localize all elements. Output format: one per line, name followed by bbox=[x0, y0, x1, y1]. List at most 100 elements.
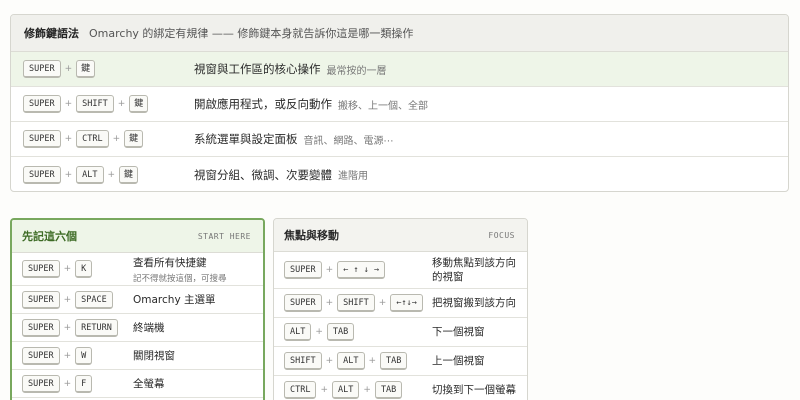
key-alt: ALT bbox=[76, 165, 104, 184]
key-any: 鍵 bbox=[76, 60, 96, 78]
plus-sign: + bbox=[64, 99, 73, 109]
shortcut-row: SUPER + K 查看所有快捷鍵 記不得就按這個，可搜尋 bbox=[12, 253, 263, 286]
row-note: 搬移、上一個、全部 bbox=[338, 100, 428, 112]
key-alt: ALT bbox=[332, 381, 360, 399]
key-f: F bbox=[75, 374, 93, 393]
key-combo: SUPER + SPACE bbox=[22, 286, 113, 313]
key-super: SUPER bbox=[23, 60, 61, 78]
row-description: 視窗分組、微調、次要變體 bbox=[194, 167, 332, 182]
plus-sign: + bbox=[117, 99, 126, 109]
panel-title: 先記這六個 bbox=[22, 230, 77, 243]
key-combo: SUPER + SHIFT + ←↑↓→ bbox=[284, 289, 423, 317]
syntax-row-super-alt: SUPER + ALT + 鍵 視窗分組、微調、次要變體 進階用 bbox=[11, 157, 788, 191]
key-combo: SUPER + W bbox=[22, 342, 93, 369]
key-combo: SUPER + CTRL + 鍵 bbox=[23, 122, 144, 156]
row-note: 音訊、網路、電源⋯ bbox=[303, 135, 394, 147]
focus-card: 焦點與移動 FOCUS SUPER + ← ↑ ↓ → 移動焦點到該方向 的視窗… bbox=[273, 218, 528, 400]
panel-tag: START HERE bbox=[197, 231, 251, 241]
plus-sign: + bbox=[325, 356, 334, 366]
key-any: 鍵 bbox=[129, 95, 149, 113]
key-alt: ALT bbox=[337, 352, 365, 370]
plus-sign: + bbox=[363, 385, 371, 395]
key-tab: TAB bbox=[380, 352, 408, 370]
shortcut-row: SUPER + W 關閉視窗 bbox=[12, 342, 263, 370]
shortcut-description: 終端機 bbox=[133, 322, 165, 334]
row-description: 系統選單與設定面板 bbox=[194, 132, 298, 146]
key-return: RETURN bbox=[75, 318, 118, 337]
section-subtitle: Omarchy 的綁定有規律 —— 修飾鍵本身就告訴你這是哪一類操作 bbox=[89, 27, 414, 40]
key-tab: TAB bbox=[326, 323, 355, 341]
start-here-card: 先記這六個 START HERE SUPER + K 查看所有快捷鍵 記不得就按… bbox=[10, 218, 265, 400]
plus-sign: + bbox=[320, 385, 329, 395]
plus-sign: + bbox=[63, 322, 72, 333]
plus-sign: + bbox=[63, 378, 72, 389]
plus-sign: + bbox=[64, 64, 73, 74]
shortcut-hint: 記不得就按這個，可搜尋 bbox=[133, 273, 227, 284]
shortcut-description: 移動焦點到該方向 bbox=[432, 257, 516, 269]
plus-sign: + bbox=[63, 350, 72, 361]
key-combo: SUPER + K bbox=[22, 253, 93, 285]
key-combo: ALT + TAB bbox=[284, 318, 355, 346]
row-description: 視窗與工作區的核心操作 bbox=[194, 62, 321, 76]
key-super: SUPER bbox=[284, 261, 322, 279]
key-combo: CTRL + ALT + TAB bbox=[284, 376, 403, 400]
key-any: 鍵 bbox=[119, 165, 139, 184]
shortcut-row: SUPER + RETURN 終端機 bbox=[12, 314, 263, 342]
key-k: K bbox=[75, 260, 93, 278]
shortcut-description: 關閉視窗 bbox=[133, 350, 175, 362]
key-combo: SUPER + 鍵 bbox=[23, 52, 96, 86]
plus-sign: + bbox=[315, 327, 323, 337]
plus-sign: + bbox=[112, 134, 121, 144]
key-combo: SUPER + ← ↑ ↓ → bbox=[284, 252, 385, 288]
plus-sign: + bbox=[64, 169, 73, 180]
key-tab: TAB bbox=[374, 381, 403, 399]
key-space: SPACE bbox=[75, 290, 113, 309]
shortcut-description: 全螢幕 bbox=[133, 378, 165, 390]
key-any: 鍵 bbox=[124, 130, 144, 148]
plus-sign: + bbox=[368, 356, 377, 366]
key-shift: SHIFT bbox=[337, 294, 375, 312]
syntax-row-super-shift: SUPER + SHIFT + 鍵 開啟應用程式，或反向動作 搬移、上一個、全部 bbox=[11, 87, 788, 122]
shortcut-description: 切換到下一個螢幕 bbox=[432, 384, 516, 396]
modifier-syntax-card: 修飾鍵語法 Omarchy 的綁定有規律 —— 修飾鍵本身就告訴你這是哪一類操作… bbox=[10, 14, 789, 192]
modifier-syntax-header: 修飾鍵語法 Omarchy 的綁定有規律 —— 修飾鍵本身就告訴你這是哪一類操作 bbox=[11, 15, 788, 52]
start-here-header: 先記這六個 START HERE bbox=[12, 220, 263, 253]
plus-sign: + bbox=[63, 264, 72, 274]
panel-tag: FOCUS bbox=[488, 230, 515, 240]
row-note: 進階用 bbox=[338, 171, 368, 182]
section-title: 修飾鍵語法 bbox=[24, 27, 79, 40]
key-super: SUPER bbox=[284, 294, 322, 312]
syntax-row-super: SUPER + 鍵 視窗與工作區的核心操作 最常按的一層 bbox=[11, 52, 788, 87]
key-combo: SHIFT + ALT + TAB bbox=[284, 347, 408, 375]
row-note: 最常按的一層 bbox=[326, 65, 387, 77]
syntax-row-super-ctrl: SUPER + CTRL + 鍵 系統選單與設定面板 音訊、網路、電源⋯ bbox=[11, 122, 788, 157]
key-super: SUPER bbox=[22, 290, 60, 309]
key-super: SUPER bbox=[22, 346, 60, 365]
shortcut-description: 查看所有快捷鍵 bbox=[133, 256, 207, 269]
key-shift: SHIFT bbox=[284, 352, 322, 370]
key-combo: SUPER + SHIFT + 鍵 bbox=[23, 87, 149, 121]
row-description: 開啟應用程式，或反向動作 bbox=[194, 97, 332, 111]
key-super: SUPER bbox=[23, 130, 61, 148]
key-super: SUPER bbox=[23, 165, 61, 184]
shortcut-row: SHIFT + ALT + TAB 上一個視窗 bbox=[274, 347, 527, 376]
key-combo: SUPER + F bbox=[22, 370, 93, 397]
shortcut-row: SUPER + ← ↑ ↓ → 移動焦點到該方向 的視窗 bbox=[274, 252, 527, 289]
key-super: SUPER bbox=[23, 95, 61, 113]
key-arrows: ←↑↓→ bbox=[390, 294, 423, 312]
key-super: SUPER bbox=[22, 260, 60, 278]
plus-sign: + bbox=[107, 169, 116, 180]
key-w: W bbox=[75, 346, 93, 365]
plus-sign: + bbox=[325, 298, 334, 308]
panel-title: 焦點與移動 bbox=[284, 229, 339, 242]
shortcut-description: 下一個視窗 bbox=[432, 326, 485, 338]
shortcut-description-cont: 的視窗 bbox=[432, 271, 464, 283]
key-ctrl: CTRL bbox=[76, 130, 109, 148]
shortcut-row: SUPER + SHIFT + ←↑↓→ 把視窗搬到該方向 bbox=[274, 289, 527, 318]
key-combo: SUPER + ALT + 鍵 bbox=[23, 157, 139, 191]
key-arrows: ← ↑ ↓ → bbox=[337, 261, 385, 279]
shortcut-row: SUPER + F 全螢幕 bbox=[12, 370, 263, 398]
plus-sign: + bbox=[64, 134, 73, 144]
shortcut-row: CTRL + ALT + TAB 切換到下一個螢幕 bbox=[274, 376, 527, 400]
key-super: SUPER bbox=[22, 318, 60, 337]
